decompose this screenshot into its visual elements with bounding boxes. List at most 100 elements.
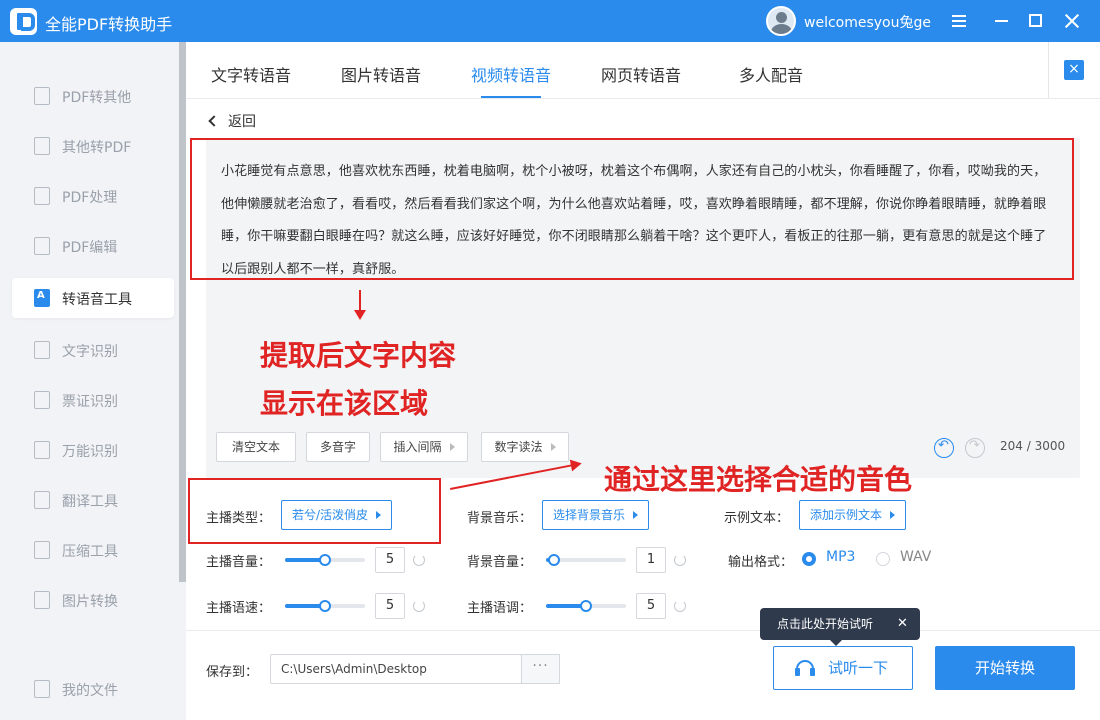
anchor-tone-input[interactable]: 5 xyxy=(636,593,666,619)
bg-music-button[interactable]: 选择背景音乐 xyxy=(542,500,650,530)
tab-web-to-speech[interactable]: 网页转语音 xyxy=(601,62,681,86)
pdf-edit-icon xyxy=(34,237,50,255)
polyphone-button[interactable]: 多音字 xyxy=(306,432,370,462)
slider-handle[interactable] xyxy=(319,554,331,566)
universal-ocr-icon xyxy=(34,441,50,459)
pdf-file-icon xyxy=(34,137,50,155)
sidebar-item-other-to-pdf[interactable]: 其他转PDF xyxy=(12,126,174,166)
anchor-type-label: 主播类型： xyxy=(206,511,272,526)
char-count: 204 / 3000 xyxy=(1000,439,1066,453)
close-icon[interactable]: ✕ xyxy=(897,608,908,640)
caret-right-icon xyxy=(890,511,896,519)
anchor-volume-label: 主播音量： xyxy=(206,555,272,570)
sidebar-item-translate[interactable]: 翻译工具 xyxy=(12,480,174,520)
wav-label[interactable]: WAV xyxy=(900,549,931,565)
mp3-label[interactable]: MP3 xyxy=(826,549,855,565)
sidebar-item-label: 图片转换 xyxy=(62,594,118,610)
extracted-text-area[interactable]: 小花睡觉有点意思，他喜欢枕东西睡，枕着电脑啊，枕个小被呀，枕着这个布偶啊，人家还… xyxy=(190,138,1074,280)
slider-handle[interactable] xyxy=(319,600,331,612)
caret-right-icon xyxy=(449,443,455,451)
tooltip: 点击此处开始试听 ✕ xyxy=(760,608,920,646)
save-to-label: 保存到： xyxy=(206,665,259,680)
bg-music-label: 背景音乐： xyxy=(467,511,533,526)
slider-handle[interactable] xyxy=(580,600,592,612)
anchor-volume-input[interactable]: 5 xyxy=(375,547,405,573)
sidebar-item-label: 我的文件 xyxy=(62,683,118,699)
anchor-speed-input[interactable]: 5 xyxy=(375,593,405,619)
close-panel-icon[interactable]: × xyxy=(1064,60,1084,80)
sidebar-item-image-convert[interactable]: 图片转换 xyxy=(12,580,174,620)
sidebar-item-my-files[interactable]: 我的文件 xyxy=(12,669,174,709)
sidebar-item-pdf-process[interactable]: PDF处理 xyxy=(12,176,174,216)
tab-multi-voice[interactable]: 多人配音 xyxy=(739,62,803,86)
wav-radio[interactable] xyxy=(876,552,890,566)
sidebar-item-text-ocr[interactable]: 文字识别 xyxy=(12,330,174,370)
reset-icon[interactable] xyxy=(674,554,686,566)
anchor-type-button[interactable]: 若兮/活泼俏皮 xyxy=(281,500,393,530)
listen-button[interactable]: 试听一下 xyxy=(773,646,913,690)
start-convert-button[interactable]: 开始转换 xyxy=(935,646,1075,690)
image-convert-icon xyxy=(34,591,50,609)
number-reading-label: 数字读法 xyxy=(494,440,543,454)
minimize-icon[interactable] xyxy=(990,9,1014,33)
back-label: 返回 xyxy=(228,114,256,130)
sidebar-item-compress[interactable]: 压缩工具 xyxy=(12,530,174,570)
sidebar-item-universal-ocr[interactable]: 万能识别 xyxy=(12,430,174,470)
save-path-input[interactable]: C:\Users\Admin\Desktop xyxy=(270,654,522,684)
app-logo-icon xyxy=(10,8,37,35)
maximize-icon[interactable] xyxy=(1023,9,1047,33)
browse-button[interactable]: ··· xyxy=(521,654,560,684)
chevron-left-icon xyxy=(208,115,220,127)
tooltip-text: 点击此处开始试听 xyxy=(777,617,874,631)
bg-music-value: 选择背景音乐 xyxy=(553,508,626,522)
tab-image-to-speech[interactable]: 图片转语音 xyxy=(341,62,421,86)
number-reading-button[interactable]: 数字读法 xyxy=(481,432,569,462)
ticket-ocr-icon xyxy=(34,391,50,409)
reset-icon[interactable] xyxy=(674,600,686,612)
mp3-radio[interactable] xyxy=(802,552,816,566)
annotation-text-area-line1: 提取后文字内容 xyxy=(260,339,457,372)
anchor-speed-label: 主播语速： xyxy=(206,601,272,616)
menu-icon[interactable] xyxy=(947,9,971,33)
sidebar-item-label: PDF编辑 xyxy=(62,240,118,256)
sidebar-item-label: 翻译工具 xyxy=(62,494,118,510)
my-files-icon xyxy=(34,680,50,698)
sample-text-label: 示例文本： xyxy=(724,511,790,526)
sidebar-item-pdf-to-other[interactable]: PDF转其他 xyxy=(12,76,174,116)
text-ocr-icon xyxy=(34,341,50,359)
reset-icon[interactable] xyxy=(413,554,425,566)
sidebar-item-ticket-ocr[interactable]: 票证识别 xyxy=(12,380,174,420)
bg-volume-label: 背景音量： xyxy=(467,555,533,570)
insert-pause-label: 插入间隔 xyxy=(393,440,442,454)
compress-icon xyxy=(34,541,50,559)
tab-text-to-speech[interactable]: 文字转语音 xyxy=(211,62,291,86)
anchor-speed-slider[interactable] xyxy=(285,600,365,612)
sidebar-item-label: 文字识别 xyxy=(62,344,118,360)
tab-video-to-speech[interactable]: 视频转语音 xyxy=(471,62,551,86)
slider-handle[interactable] xyxy=(548,554,560,566)
undo-icon[interactable] xyxy=(934,438,954,458)
anchor-volume-slider[interactable] xyxy=(285,554,365,566)
sidebar-item-speech-tool[interactable]: 转语音工具 xyxy=(12,278,174,318)
anchor-tone-label: 主播语调： xyxy=(467,601,533,616)
redo-icon[interactable] xyxy=(965,438,985,458)
text-to-speech-icon xyxy=(34,289,50,307)
sidebar-scrollbar[interactable] xyxy=(179,42,186,582)
back-button[interactable]: 返回 xyxy=(208,111,256,131)
reset-icon[interactable] xyxy=(413,600,425,612)
insert-pause-button[interactable]: 插入间隔 xyxy=(380,432,468,462)
caret-right-icon xyxy=(633,511,639,519)
translate-icon xyxy=(34,491,50,509)
sample-text-button[interactable]: 添加示例文本 xyxy=(799,500,907,530)
clear-text-button[interactable]: 清空文本 xyxy=(216,432,296,462)
avatar[interactable] xyxy=(766,6,796,36)
sidebar-item-pdf-edit[interactable]: PDF编辑 xyxy=(12,226,174,266)
sample-text-value: 添加示例文本 xyxy=(810,508,883,522)
pdf-process-icon xyxy=(34,187,50,205)
bg-volume-slider[interactable] xyxy=(546,554,626,566)
output-format-label: 输出格式： xyxy=(728,555,794,570)
bg-volume-input[interactable]: 1 xyxy=(636,547,666,573)
anchor-tone-slider[interactable] xyxy=(546,600,626,612)
close-icon[interactable] xyxy=(1060,9,1084,33)
username[interactable]: welcomesyou兔ge xyxy=(804,12,931,32)
